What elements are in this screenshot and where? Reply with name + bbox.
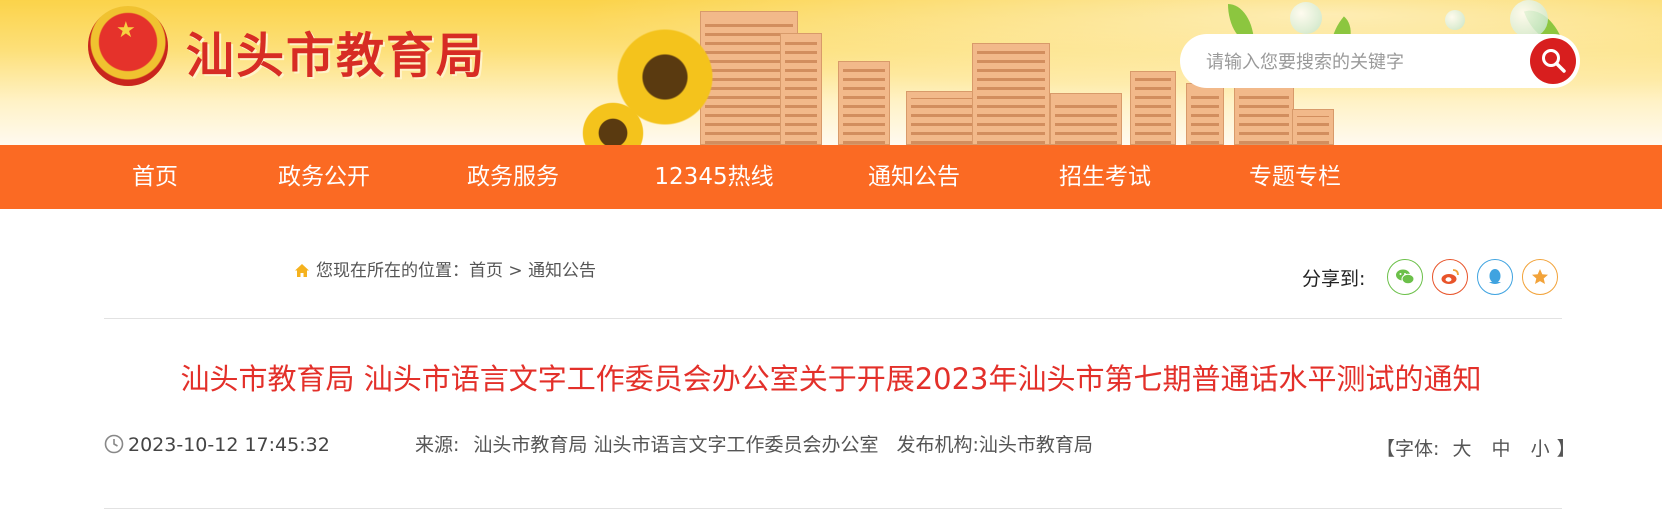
nav-item-notices[interactable]: 通知公告 — [868, 145, 960, 209]
font-size-label: 【字体: — [1376, 438, 1440, 460]
building-decoration — [1050, 93, 1122, 145]
publisher-value: 汕头市教育局 — [978, 434, 1093, 456]
breadcrumb-home-link[interactable]: 首页 — [469, 261, 503, 281]
search-button[interactable] — [1530, 38, 1576, 84]
breadcrumb: 您现在所在的位置：首页 > 通知公告 — [294, 256, 596, 283]
breadcrumb-prefix: 您现在所在的位置： — [316, 261, 469, 281]
weibo-icon — [1441, 269, 1459, 284]
share-wechat-button[interactable] — [1387, 259, 1423, 295]
home-icon — [294, 263, 310, 283]
search-icon — [1542, 49, 1566, 73]
divider — [104, 508, 1562, 509]
article-source: 来源: 汕头市教育局 汕头市语言文字工作委员会办公室 发布机构:汕头市教育局 — [415, 425, 1095, 465]
divider — [104, 318, 1562, 319]
nav-item-home[interactable]: 首页 — [132, 145, 178, 209]
share-favorite-button[interactable] — [1522, 259, 1558, 295]
water-drop-decoration — [1445, 10, 1465, 30]
article-title: 汕头市教育局 汕头市语言文字工作委员会办公室关于开展2023年汕头市第七期普通话… — [180, 362, 1482, 396]
building-decoration — [838, 61, 890, 145]
nav-item-government-affairs[interactable]: 政务公开 — [278, 145, 370, 209]
share-weibo-button[interactable] — [1432, 259, 1468, 295]
font-size-medium-button[interactable]: 中 — [1492, 438, 1511, 460]
building-decoration — [1186, 83, 1224, 145]
breadcrumb-separator: > — [508, 261, 523, 281]
source-value: 汕头市教育局 汕头市语言文字工作委员会办公室 — [473, 434, 879, 456]
clock-icon — [104, 434, 124, 459]
building-decoration — [1292, 109, 1334, 145]
nav-item-government-services[interactable]: 政务服务 — [467, 145, 559, 209]
water-drop-decoration — [1510, 0, 1548, 38]
nav-item-enrollment-exams[interactable]: 招生考试 — [1059, 145, 1151, 209]
nav-item-hotline[interactable]: 12345热线 — [654, 145, 773, 209]
publish-datetime: 2023-10-12 17:45:32 — [104, 434, 330, 459]
favorite-icon — [1532, 269, 1548, 284]
share-label: 分享到: — [1302, 268, 1366, 290]
wechat-icon — [1396, 269, 1415, 285]
breadcrumb-current-link[interactable]: 通知公告 — [528, 261, 596, 281]
site-title: 汕头市教育局 — [186, 28, 487, 84]
publisher-label: 发布机构: — [896, 434, 979, 456]
water-drop-decoration — [1290, 2, 1322, 34]
share-qq-button[interactable] — [1477, 259, 1513, 295]
search-input[interactable] — [1204, 44, 1518, 80]
building-decoration — [780, 33, 822, 145]
datetime-value: 2023-10-12 17:45:32 — [128, 434, 330, 456]
source-label: 来源: — [415, 434, 460, 456]
qq-icon — [1489, 269, 1501, 284]
building-decoration — [1234, 85, 1294, 145]
national-emblem-logo — [88, 6, 168, 86]
font-size-large-button[interactable]: 大 — [1452, 438, 1471, 460]
building-decoration — [1130, 71, 1176, 145]
font-size-close-bracket: 】 — [1556, 438, 1576, 460]
building-decoration — [972, 43, 1050, 145]
font-size-control: 【字体: 大 中 小】 — [1376, 434, 1576, 461]
nav-item-special-topics[interactable]: 专题专栏 — [1249, 145, 1341, 209]
main-nav: 首页 政务公开 政务服务 12345热线 通知公告 招生考试 专题专栏 — [0, 145, 1662, 209]
font-size-small-button[interactable]: 小 — [1531, 438, 1550, 460]
